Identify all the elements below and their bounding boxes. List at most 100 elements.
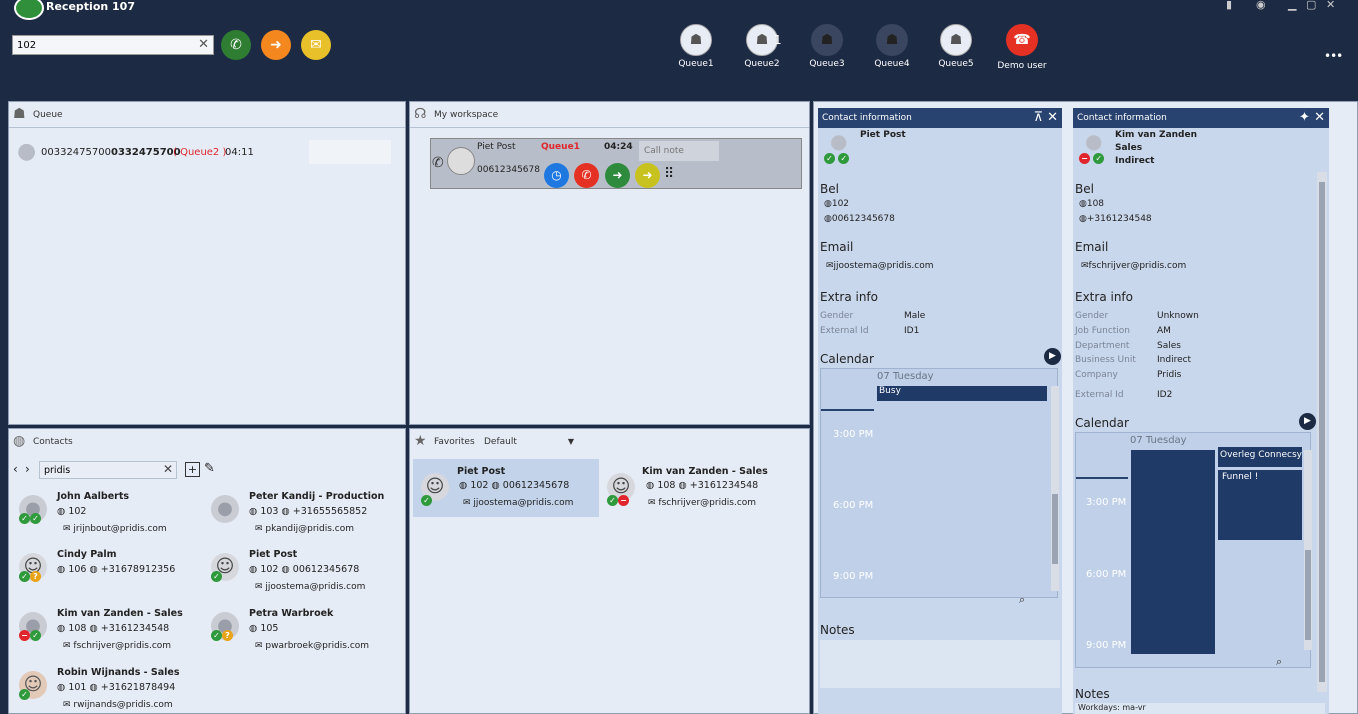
contact-email-line[interactable]: ✉ fschrijver@pridis.com — [63, 641, 171, 651]
contact-email-line[interactable]: ✉ pwarbroek@pridis.com — [255, 641, 369, 651]
queue-button-2[interactable]: ☗ 1 Queue2 — [734, 24, 790, 69]
contact-phones: ◍ 106 ◍ +31678912356 — [57, 564, 176, 575]
calendar-view[interactable]: 07 Tuesday Overleg Connecsy Funnel ! 3:0… — [1075, 432, 1312, 669]
contact-email-line[interactable]: ✉ jrijnbout@pridis.com — [63, 524, 167, 534]
close-icon[interactable]: ✕ — [1314, 110, 1325, 125]
more-options-icon[interactable]: ••• — [1324, 49, 1343, 63]
zoom-icon[interactable]: ⌕ — [1019, 593, 1025, 607]
contact-email-line[interactable]: ✉ rwijnands@pridis.com — [63, 700, 173, 710]
status-icons: ✓ ✓ — [824, 153, 850, 164]
contact-extension: 103 — [260, 506, 279, 517]
contact-item[interactable]: ☺ ✓ Piet Post ◍ 102 ◍ 00612345678 ✉ jjoo… — [211, 549, 401, 605]
user-status-button[interactable]: ☎ Demo user — [990, 24, 1054, 71]
status-icons: − ✓ — [19, 630, 41, 641]
card-scrollbar[interactable] — [1317, 172, 1327, 692]
queue-action-area[interactable] — [309, 140, 391, 164]
mail-button[interactable]: ✉ — [301, 30, 331, 60]
phone-line[interactable]: ◍108 — [1079, 199, 1104, 209]
pin-icon[interactable]: ✦ — [1299, 110, 1310, 125]
calendar-event[interactable]: Funnel ! — [1218, 470, 1302, 540]
unpin-icon[interactable]: ⊼ — [1033, 110, 1043, 125]
calendar-event[interactable]: Overleg Connecsy — [1218, 447, 1302, 467]
keypad-icon[interactable]: ⠿ — [664, 166, 674, 182]
queue-row[interactable]: ● 00332475700 0332475700 ( Queue2 ) 04:1… — [13, 139, 403, 165]
back-icon[interactable]: ‹ — [13, 462, 18, 476]
contact-email-line[interactable]: ✉ jjoostema@pridis.com — [463, 498, 573, 508]
status-icons: ✓ − — [607, 495, 629, 506]
dial-input[interactable] — [13, 36, 188, 54]
calendar-event[interactable]: Busy — [877, 386, 1047, 401]
close-window-icon[interactable]: ✕ — [1326, 0, 1335, 11]
consult-transfer-button[interactable]: ➜ — [635, 163, 660, 188]
calendar-scrollbar[interactable] — [1051, 386, 1059, 591]
contact-item[interactable]: ● Peter Kandij - Production ◍ 103 ◍ +316… — [211, 491, 401, 547]
queue-button-3[interactable]: ☗ Queue3 — [799, 24, 855, 69]
edit-icon[interactable]: ✎ — [204, 461, 215, 476]
hold-button[interactable]: ◷ — [544, 163, 569, 188]
contact-extension: 102 — [260, 564, 279, 575]
contact-email: fschrijver@pridis.com — [1088, 261, 1187, 271]
extra-label: Gender — [1075, 311, 1109, 321]
contact-search-input[interactable] — [40, 462, 150, 478]
calendar-scrollbar[interactable] — [1304, 450, 1312, 650]
hangup-button[interactable]: ✆ — [574, 163, 599, 188]
phone-line[interactable]: ◍+3161234548 — [1079, 214, 1152, 224]
call-note-input[interactable] — [639, 141, 719, 161]
available-status-icon: ✓ — [19, 513, 30, 524]
globe-icon: ◍ — [13, 433, 26, 449]
forward-icon[interactable]: › — [25, 462, 30, 476]
queue-button-5[interactable]: ☗ Queue5 — [928, 24, 984, 69]
maximize-icon[interactable]: ▢ — [1306, 0, 1316, 11]
contact-extension: 108 — [68, 623, 87, 634]
extra-label: Department — [1075, 341, 1130, 351]
add-contact-icon[interactable]: + — [185, 462, 200, 477]
notes-area[interactable] — [820, 640, 1060, 688]
contact-item[interactable]: ☺ ✓ Robin Wijnands - Sales ◍ 101 ◍ +3162… — [19, 667, 209, 714]
contact-item[interactable]: ● ✓ ✓ John Aalberts ◍ 102 ✉ jrijnbout@pri… — [19, 491, 209, 547]
phone-line[interactable]: ◍00612345678 — [824, 214, 895, 224]
pin-icon[interactable]: ▮ — [1226, 0, 1232, 11]
scroll-thumb[interactable] — [1305, 550, 1311, 640]
zoom-icon[interactable]: ⌕ — [1276, 655, 1282, 669]
calendar-view[interactable]: 07 Tuesday Busy 3:00 PM 6:00 PM 9:00 PM … — [820, 368, 1059, 606]
help-icon[interactable]: ◉ — [1256, 0, 1266, 11]
favorites-list-select[interactable]: Default ▼ — [484, 429, 576, 455]
contact-item[interactable]: ● − ✓ Kim van Zanden - Sales ◍ 108 ◍ +316… — [19, 608, 209, 664]
extra-value: Pridis — [1157, 370, 1182, 380]
contact-email-line[interactable]: ✉ jjoostema@pridis.com — [255, 582, 365, 592]
scroll-thumb[interactable] — [1052, 494, 1058, 564]
active-call-card[interactable]: ✆ Piet Post Queue1 04:24 00612345678 ◷ ✆… — [430, 138, 802, 189]
calendar-event-block[interactable] — [1131, 450, 1215, 654]
close-icon[interactable]: ✕ — [1047, 110, 1058, 125]
calendar-next-icon[interactable]: ▶ — [1299, 413, 1316, 430]
email-line[interactable]: ✉fschrijver@pridis.com — [1081, 261, 1186, 271]
contact-phones: ◍ 108 ◍ +3161234548 — [646, 480, 759, 491]
queue-label: Queue3 — [809, 59, 845, 69]
contact-email-line[interactable]: ✉ fschrijver@pridis.com — [648, 498, 756, 508]
calendar-next-icon[interactable]: ▶ — [1044, 348, 1061, 365]
contact-item[interactable]: ☺ ✓? Cindy Palm ◍ 106 ◍ +31678912356 — [19, 549, 209, 605]
extra-label: External Id — [1075, 390, 1124, 400]
queue-name: ( Queue2 ) — [173, 147, 227, 158]
transfer-call-button[interactable]: ➜ — [605, 163, 630, 188]
favorite-item-selected[interactable]: ☺ ✓ Piet Post ◍ 102 ◍ 00612345678 ✉ jjoo… — [413, 459, 599, 517]
extra-label: Company — [1075, 370, 1118, 380]
favorite-item[interactable]: ☺ ✓ − Kim van Zanden - Sales ◍ 108 ◍ +316… — [604, 459, 804, 517]
status-icons: ✓ — [211, 571, 222, 582]
notes-area[interactable]: Workdays: ma-vr — [1075, 703, 1325, 714]
call-button[interactable]: ✆ — [221, 30, 251, 60]
minimize-icon[interactable]: ▁ — [1288, 0, 1296, 11]
phone-line[interactable]: ◍102 — [824, 199, 849, 209]
transfer-button[interactable]: ➜ — [261, 30, 291, 60]
queue-button-4[interactable]: ☗ Queue4 — [864, 24, 920, 69]
queue-button-1[interactable]: ☗ Queue1 — [668, 24, 724, 69]
contact-info-card-2: Contact information ✦ ✕ ● Kim van Zanden… — [1073, 108, 1329, 714]
clear-icon[interactable]: ✕ — [163, 462, 173, 476]
contact-email-line[interactable]: ✉ pkandij@pridis.com — [255, 524, 354, 534]
clear-icon[interactable]: ✕ — [198, 37, 209, 52]
scroll-thumb[interactable] — [1319, 182, 1325, 682]
phone-icon: ✆ — [432, 155, 444, 171]
contact-email: pkandij@pridis.com — [265, 524, 355, 534]
contact-item[interactable]: ● ✓? Petra Warbroek ◍ 105 ✉ pwarbroek@pr… — [211, 608, 401, 664]
email-line[interactable]: ✉jjoostema@pridis.com — [826, 261, 934, 271]
